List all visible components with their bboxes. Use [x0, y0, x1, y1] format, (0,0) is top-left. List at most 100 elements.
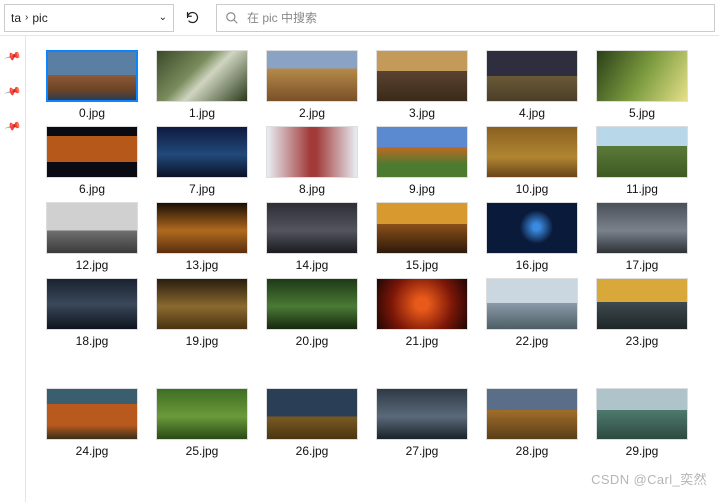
- thumbnail: [266, 388, 358, 440]
- thumbnail: [156, 126, 248, 178]
- file-item[interactable]: 23.jpg: [596, 278, 688, 348]
- thumbnail: [156, 388, 248, 440]
- file-item[interactable]: 0.jpg: [46, 50, 138, 120]
- thumbnail: [266, 50, 358, 102]
- thumbnail: [596, 278, 688, 330]
- file-item[interactable]: 13.jpg: [156, 202, 248, 272]
- thumbnail: [596, 50, 688, 102]
- file-name: 21.jpg: [406, 334, 439, 348]
- file-item[interactable]: 10.jpg: [486, 126, 578, 196]
- file-name: 28.jpg: [516, 444, 549, 458]
- sidebar: 📌 📌 📌: [0, 36, 26, 502]
- thumbnail: [486, 202, 578, 254]
- file-item[interactable]: 26.jpg: [266, 388, 358, 458]
- file-item[interactable]: 19.jpg: [156, 278, 248, 348]
- file-item[interactable]: 6.jpg: [46, 126, 138, 196]
- thumbnail-grid: 0.jpg 1.jpg 2.jpg 3.jpg 4.jpg 5.jpg 6.jp…: [46, 50, 709, 458]
- file-item[interactable]: 4.jpg: [486, 50, 578, 120]
- file-item[interactable]: 17.jpg: [596, 202, 688, 272]
- file-name: 3.jpg: [409, 106, 435, 120]
- thumbnail: [486, 50, 578, 102]
- pin-icon[interactable]: 📌: [3, 117, 21, 135]
- refresh-button[interactable]: [178, 4, 206, 32]
- file-item[interactable]: 20.jpg: [266, 278, 358, 348]
- thumbnail: [486, 278, 578, 330]
- chevron-down-icon[interactable]: ⌄: [159, 12, 167, 23]
- file-name: 10.jpg: [516, 182, 549, 196]
- pin-icon[interactable]: 📌: [3, 82, 21, 100]
- thumbnail: [486, 388, 578, 440]
- file-item[interactable]: 24.jpg: [46, 388, 138, 458]
- thumbnail: [376, 50, 468, 102]
- file-item[interactable]: 25.jpg: [156, 388, 248, 458]
- file-name: 13.jpg: [186, 258, 219, 272]
- chevron-right-icon: ›: [25, 12, 28, 23]
- file-item[interactable]: 12.jpg: [46, 202, 138, 272]
- file-name: 4.jpg: [519, 106, 545, 120]
- file-item[interactable]: 3.jpg: [376, 50, 468, 120]
- file-item[interactable]: 8.jpg: [266, 126, 358, 196]
- file-name: 17.jpg: [626, 258, 659, 272]
- search-placeholder: 在 pic 中搜索: [247, 9, 317, 26]
- file-name: 22.jpg: [516, 334, 549, 348]
- breadcrumb-seg[interactable]: pic: [32, 11, 47, 25]
- file-pane[interactable]: 0.jpg 1.jpg 2.jpg 3.jpg 4.jpg 5.jpg 6.jp…: [26, 36, 719, 502]
- file-item[interactable]: 14.jpg: [266, 202, 358, 272]
- file-item[interactable]: 5.jpg: [596, 50, 688, 120]
- thumbnail: [46, 50, 138, 102]
- file-item[interactable]: 2.jpg: [266, 50, 358, 120]
- thumbnail: [46, 126, 138, 178]
- thumbnail: [46, 388, 138, 440]
- file-name: 12.jpg: [76, 258, 109, 272]
- search-icon: [225, 11, 239, 25]
- thumbnail: [46, 278, 138, 330]
- file-name: 11.jpg: [626, 182, 658, 196]
- file-item[interactable]: 1.jpg: [156, 50, 248, 120]
- file-name: 20.jpg: [296, 334, 329, 348]
- thumbnail: [486, 126, 578, 178]
- file-name: 9.jpg: [409, 182, 435, 196]
- file-name: 23.jpg: [626, 334, 659, 348]
- file-name: 8.jpg: [299, 182, 325, 196]
- file-item[interactable]: 7.jpg: [156, 126, 248, 196]
- pin-icon[interactable]: 📌: [3, 47, 21, 65]
- file-item[interactable]: 27.jpg: [376, 388, 468, 458]
- thumbnail: [596, 388, 688, 440]
- file-item[interactable]: 21.jpg: [376, 278, 468, 348]
- file-name: 29.jpg: [626, 444, 659, 458]
- file-item[interactable]: 22.jpg: [486, 278, 578, 348]
- file-name: 15.jpg: [406, 258, 439, 272]
- breadcrumb[interactable]: ta › pic ⌄: [4, 4, 174, 32]
- thumbnail: [376, 202, 468, 254]
- thumbnail: [266, 278, 358, 330]
- file-item[interactable]: 16.jpg: [486, 202, 578, 272]
- file-name: 5.jpg: [629, 106, 655, 120]
- thumbnail: [266, 202, 358, 254]
- thumbnail: [266, 126, 358, 178]
- file-name: 26.jpg: [296, 444, 329, 458]
- breadcrumb-seg[interactable]: ta: [11, 11, 21, 25]
- file-name: 27.jpg: [406, 444, 439, 458]
- thumbnail: [156, 50, 248, 102]
- file-item[interactable]: 11.jpg: [596, 126, 688, 196]
- thumbnail: [46, 202, 138, 254]
- file-name: 25.jpg: [186, 444, 219, 458]
- toolbar: ta › pic ⌄ 在 pic 中搜索: [0, 0, 719, 36]
- file-name: 19.jpg: [186, 334, 219, 348]
- file-item[interactable]: 28.jpg: [486, 388, 578, 458]
- file-name: 14.jpg: [296, 258, 329, 272]
- file-name: 1.jpg: [189, 106, 215, 120]
- thumbnail: [596, 126, 688, 178]
- thumbnail: [376, 278, 468, 330]
- file-name: 0.jpg: [79, 106, 105, 120]
- file-name: 24.jpg: [76, 444, 109, 458]
- file-name: 6.jpg: [79, 182, 105, 196]
- file-item[interactable]: 9.jpg: [376, 126, 468, 196]
- file-item[interactable]: 29.jpg: [596, 388, 688, 458]
- file-item[interactable]: 15.jpg: [376, 202, 468, 272]
- thumbnail: [156, 278, 248, 330]
- search-input[interactable]: 在 pic 中搜索: [216, 4, 715, 32]
- thumbnail: [376, 126, 468, 178]
- thumbnail: [596, 202, 688, 254]
- file-item[interactable]: 18.jpg: [46, 278, 138, 348]
